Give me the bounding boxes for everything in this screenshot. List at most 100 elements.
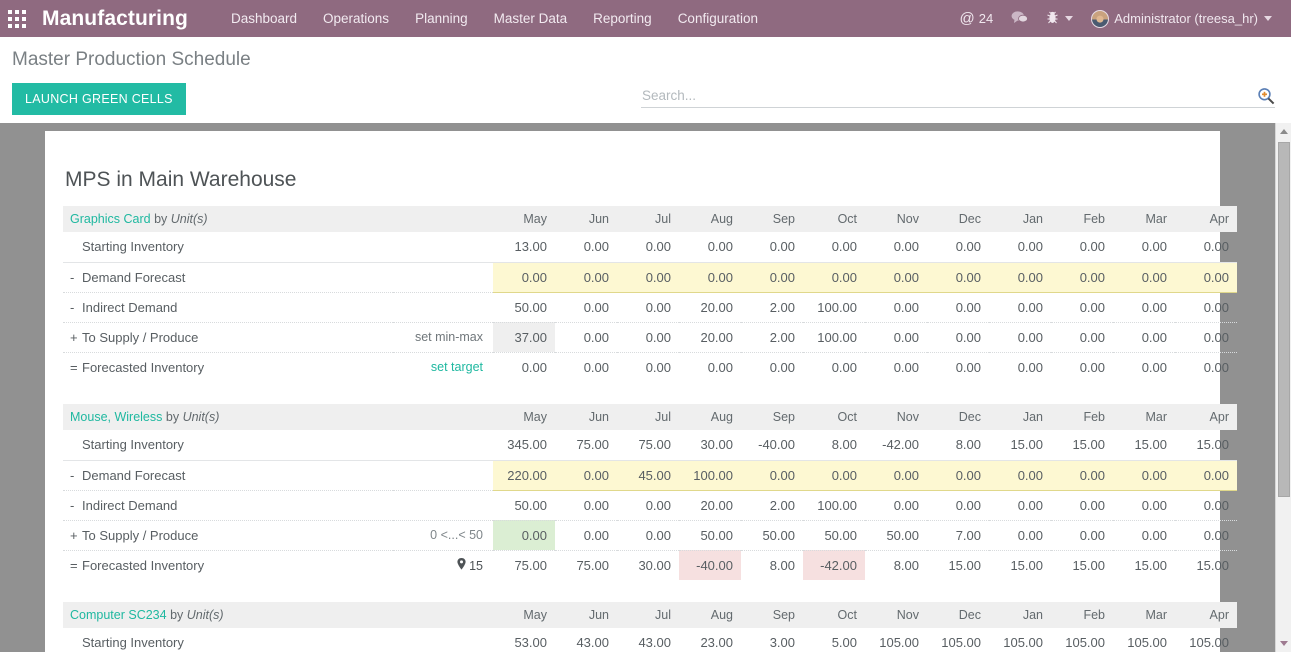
cell-demand-jun[interactable]: 0.00 xyxy=(555,460,617,491)
cell-starting-jul: 0.00 xyxy=(617,232,680,263)
row-operator: = xyxy=(70,557,78,573)
cell-supply-jan[interactable]: 0.00 xyxy=(989,520,1051,551)
search-input[interactable] xyxy=(641,84,1257,107)
vertical-scrollbar[interactable] xyxy=(1275,123,1291,652)
cell-demand-mar[interactable]: 0.00 xyxy=(1113,460,1175,491)
apps-grid-icon[interactable] xyxy=(0,0,34,37)
cell-supply-jul[interactable]: 0.00 xyxy=(617,520,679,551)
cell-demand-jul[interactable]: 0.00 xyxy=(617,262,680,293)
at-mention-icon: @ xyxy=(959,10,975,27)
cell-starting-nov: 0.00 xyxy=(865,232,928,263)
row-operator: = xyxy=(70,359,78,375)
menu-item-dashboard[interactable]: Dashboard xyxy=(218,0,310,37)
cell-supply-feb[interactable]: 0.00 xyxy=(1051,520,1113,551)
month-header-jun: Jun xyxy=(555,602,617,628)
cell-demand-sep[interactable]: 0.00 xyxy=(741,460,803,491)
debug-menu[interactable] xyxy=(1037,0,1082,37)
messaging-menu[interactable] xyxy=(1002,0,1037,37)
cell-supply-feb[interactable]: 0.00 xyxy=(1051,322,1114,353)
cell-demand-feb[interactable]: 0.00 xyxy=(1051,262,1114,293)
cell-supply-dec[interactable]: 0.00 xyxy=(927,322,990,353)
cell-demand-may[interactable]: 220.00 xyxy=(493,460,555,491)
safety-stock-target[interactable]: 15 xyxy=(457,557,483,573)
cell-demand-dec[interactable]: 0.00 xyxy=(927,262,990,293)
scroll-up-arrow-icon[interactable] xyxy=(1276,123,1291,140)
cell-demand-apr[interactable]: 0.00 xyxy=(1175,460,1237,491)
row-aux-cell xyxy=(393,232,494,263)
cell-demand-oct[interactable]: 0.00 xyxy=(803,262,866,293)
month-header-nov: Nov xyxy=(865,602,927,628)
month-header-feb: Feb xyxy=(1051,404,1113,430)
cell-demand-apr[interactable]: 0.00 xyxy=(1175,262,1238,293)
cell-supply-jul[interactable]: 0.00 xyxy=(617,322,680,353)
cell-supply-jun[interactable]: 0.00 xyxy=(555,520,617,551)
set-target-link[interactable]: set target xyxy=(431,360,483,374)
cell-starting-jul: 75.00 xyxy=(617,430,679,461)
product-name-link[interactable]: Mouse, Wireless xyxy=(70,410,162,424)
cell-demand-mar[interactable]: 0.00 xyxy=(1113,262,1176,293)
cell-demand-may[interactable]: 0.00 xyxy=(493,262,556,293)
cell-forecasted-may: 0.00 xyxy=(521,359,548,375)
scrollbar-thumb[interactable] xyxy=(1278,142,1290,497)
cell-supply-nov[interactable]: 0.00 xyxy=(865,322,928,353)
cell-demand-oct[interactable]: 0.00 xyxy=(803,460,865,491)
cell-supply-may[interactable]: 37.00 xyxy=(493,322,556,353)
menu-item-master-data[interactable]: Master Data xyxy=(481,0,581,37)
app-brand-title[interactable]: Manufacturing xyxy=(42,7,188,31)
cell-forecasted-jun: 75.00 xyxy=(576,557,609,573)
cell-supply-apr[interactable]: 0.00 xyxy=(1175,322,1238,353)
cell-demand-nov[interactable]: 0.00 xyxy=(865,262,928,293)
cell-demand-aug[interactable]: 100.00 xyxy=(679,460,741,491)
cell-supply-jun[interactable]: 0.00 xyxy=(555,322,618,353)
scroll-down-arrow-icon[interactable] xyxy=(1276,635,1291,652)
cell-supply-sep[interactable]: 2.00 xyxy=(741,322,804,353)
cell-demand-dec[interactable]: 0.00 xyxy=(927,460,989,491)
cell-demand-jan[interactable]: 0.00 xyxy=(989,262,1052,293)
cell-indirect-jan: 0.00 xyxy=(989,490,1051,521)
menu-item-planning[interactable]: Planning xyxy=(402,0,481,37)
search-magnifier-icon[interactable] xyxy=(1257,87,1275,105)
set-min-max-link[interactable]: set min-max xyxy=(415,330,483,344)
cell-starting-sep: -40.00 xyxy=(741,430,803,461)
cell-demand-aug[interactable]: 0.00 xyxy=(679,262,742,293)
cell-indirect-nov: 0.00 xyxy=(865,490,927,521)
month-header-sep: Sep xyxy=(741,404,803,430)
cell-demand-feb[interactable]: 0.00 xyxy=(1051,460,1113,491)
product-uom-label: by Unit(s) xyxy=(154,212,208,226)
month-header-jun: Jun xyxy=(555,404,617,430)
cell-supply-jan[interactable]: 0.00 xyxy=(989,322,1052,353)
navbar-systray: @ 24 Administrator (treesa_hr) xyxy=(951,0,1291,37)
product-name-link[interactable]: Graphics Card xyxy=(70,212,151,226)
search-view xyxy=(641,84,1275,108)
product-name-link[interactable]: Computer SC234 xyxy=(70,608,167,622)
month-header-nov: Nov xyxy=(865,404,927,430)
cell-demand-jan[interactable]: 0.00 xyxy=(989,460,1051,491)
cell-supply-apr[interactable]: 0.00 xyxy=(1175,520,1237,551)
product-uom-label: by Unit(s) xyxy=(170,608,224,622)
launch-green-cells-button[interactable]: LAUNCH GREEN CELLS xyxy=(12,83,186,115)
activity-menu[interactable]: @ 24 xyxy=(951,0,1003,37)
cell-supply-dec[interactable]: 7.00 xyxy=(927,520,989,551)
cell-forecasted-may: 75.00 xyxy=(514,557,547,573)
menu-item-configuration[interactable]: Configuration xyxy=(665,0,771,37)
cell-supply-mar[interactable]: 0.00 xyxy=(1113,520,1175,551)
cell-supply-aug[interactable]: 50.00 xyxy=(679,520,741,551)
cell-supply-nov[interactable]: 50.00 xyxy=(865,520,927,551)
menu-item-operations[interactable]: Operations xyxy=(310,0,402,37)
user-menu[interactable]: Administrator (treesa_hr) xyxy=(1082,0,1281,37)
cell-supply-sep[interactable]: 50.00 xyxy=(741,520,803,551)
cell-supply-aug[interactable]: 20.00 xyxy=(679,322,742,353)
cell-supply-mar[interactable]: 0.00 xyxy=(1113,322,1176,353)
cell-supply-may[interactable]: 0.00 xyxy=(493,520,555,551)
cell-demand-jun[interactable]: 0.00 xyxy=(555,262,618,293)
cell-supply-oct[interactable]: 100.00 xyxy=(803,322,866,353)
content-area: MPS in Main Warehouse Graphics Card by U… xyxy=(0,123,1291,652)
cell-supply-oct[interactable]: 50.00 xyxy=(803,520,865,551)
menu-item-reporting[interactable]: Reporting xyxy=(580,0,665,37)
cell-demand-nov[interactable]: 0.00 xyxy=(865,460,927,491)
row-aux-cell xyxy=(393,292,494,323)
cell-starting-apr: 105.00 xyxy=(1175,628,1237,652)
cell-forecasted-jan: 15.00 xyxy=(1010,557,1043,573)
cell-demand-jul[interactable]: 45.00 xyxy=(617,460,679,491)
cell-demand-sep[interactable]: 0.00 xyxy=(741,262,804,293)
